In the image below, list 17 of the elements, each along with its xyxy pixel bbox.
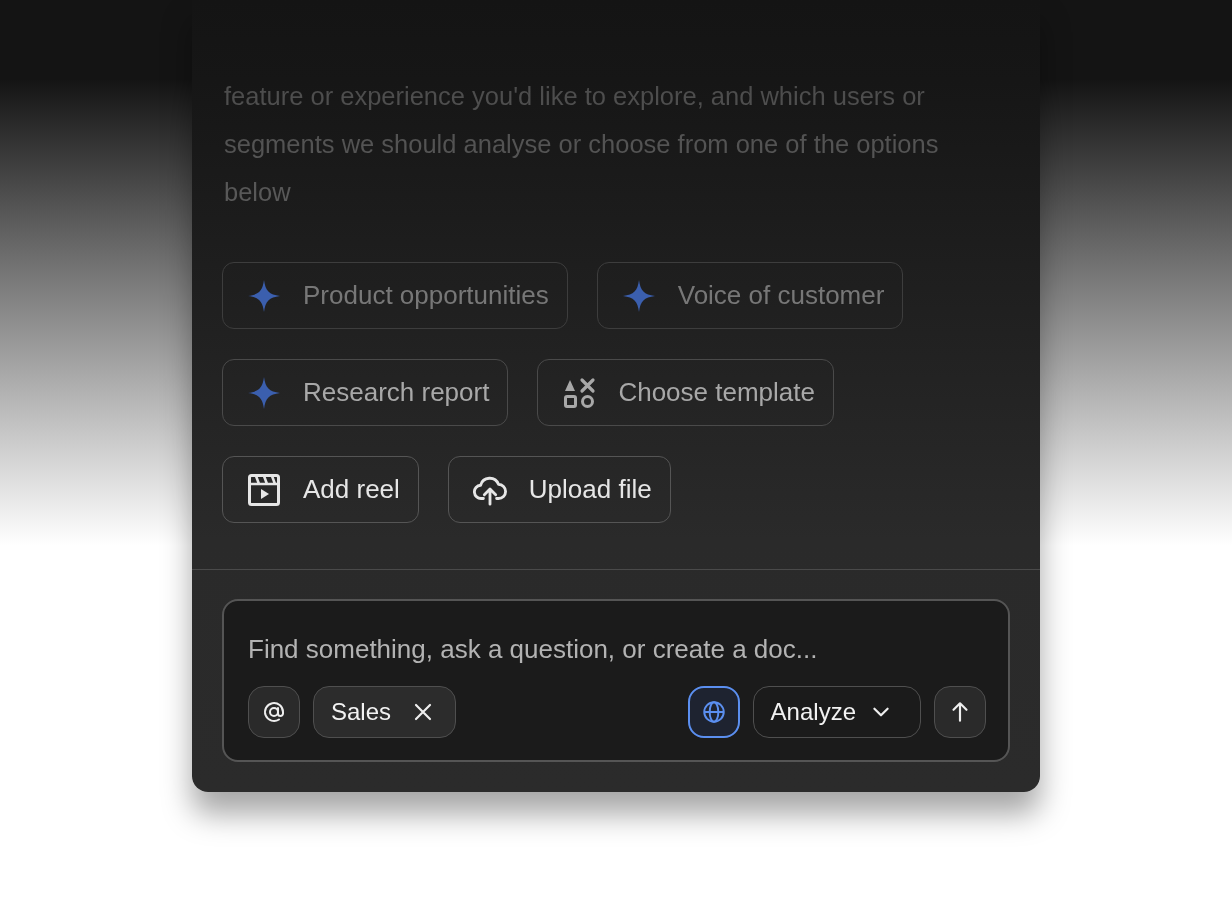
mention-button[interactable] — [248, 686, 300, 738]
send-button[interactable] — [934, 686, 986, 738]
shapes-icon — [562, 375, 597, 410]
suggestion-button[interactable]: Voice of customer — [596, 262, 904, 329]
mode-dropdown[interactable]: Analyze — [752, 686, 921, 738]
suggestion-button[interactable]: Product opportunities — [222, 262, 568, 329]
tag-label: Sales — [331, 698, 392, 726]
prompt-field[interactable]: Find something, ask a question, or create a doc... Sales Analyze — [222, 599, 1010, 762]
suggestion-button[interactable]: Upload file — [447, 456, 671, 523]
globe-icon — [700, 699, 727, 725]
suggestion-button[interactable]: Research report — [222, 359, 509, 426]
globe-toggle[interactable] — [687, 686, 740, 738]
suggestion-button[interactable]: Choose template — [537, 359, 834, 426]
suggestion-button[interactable]: Add reel — [222, 456, 419, 523]
film-icon — [247, 472, 281, 507]
at-sign-icon — [262, 700, 286, 724]
close-icon[interactable] — [413, 702, 434, 722]
